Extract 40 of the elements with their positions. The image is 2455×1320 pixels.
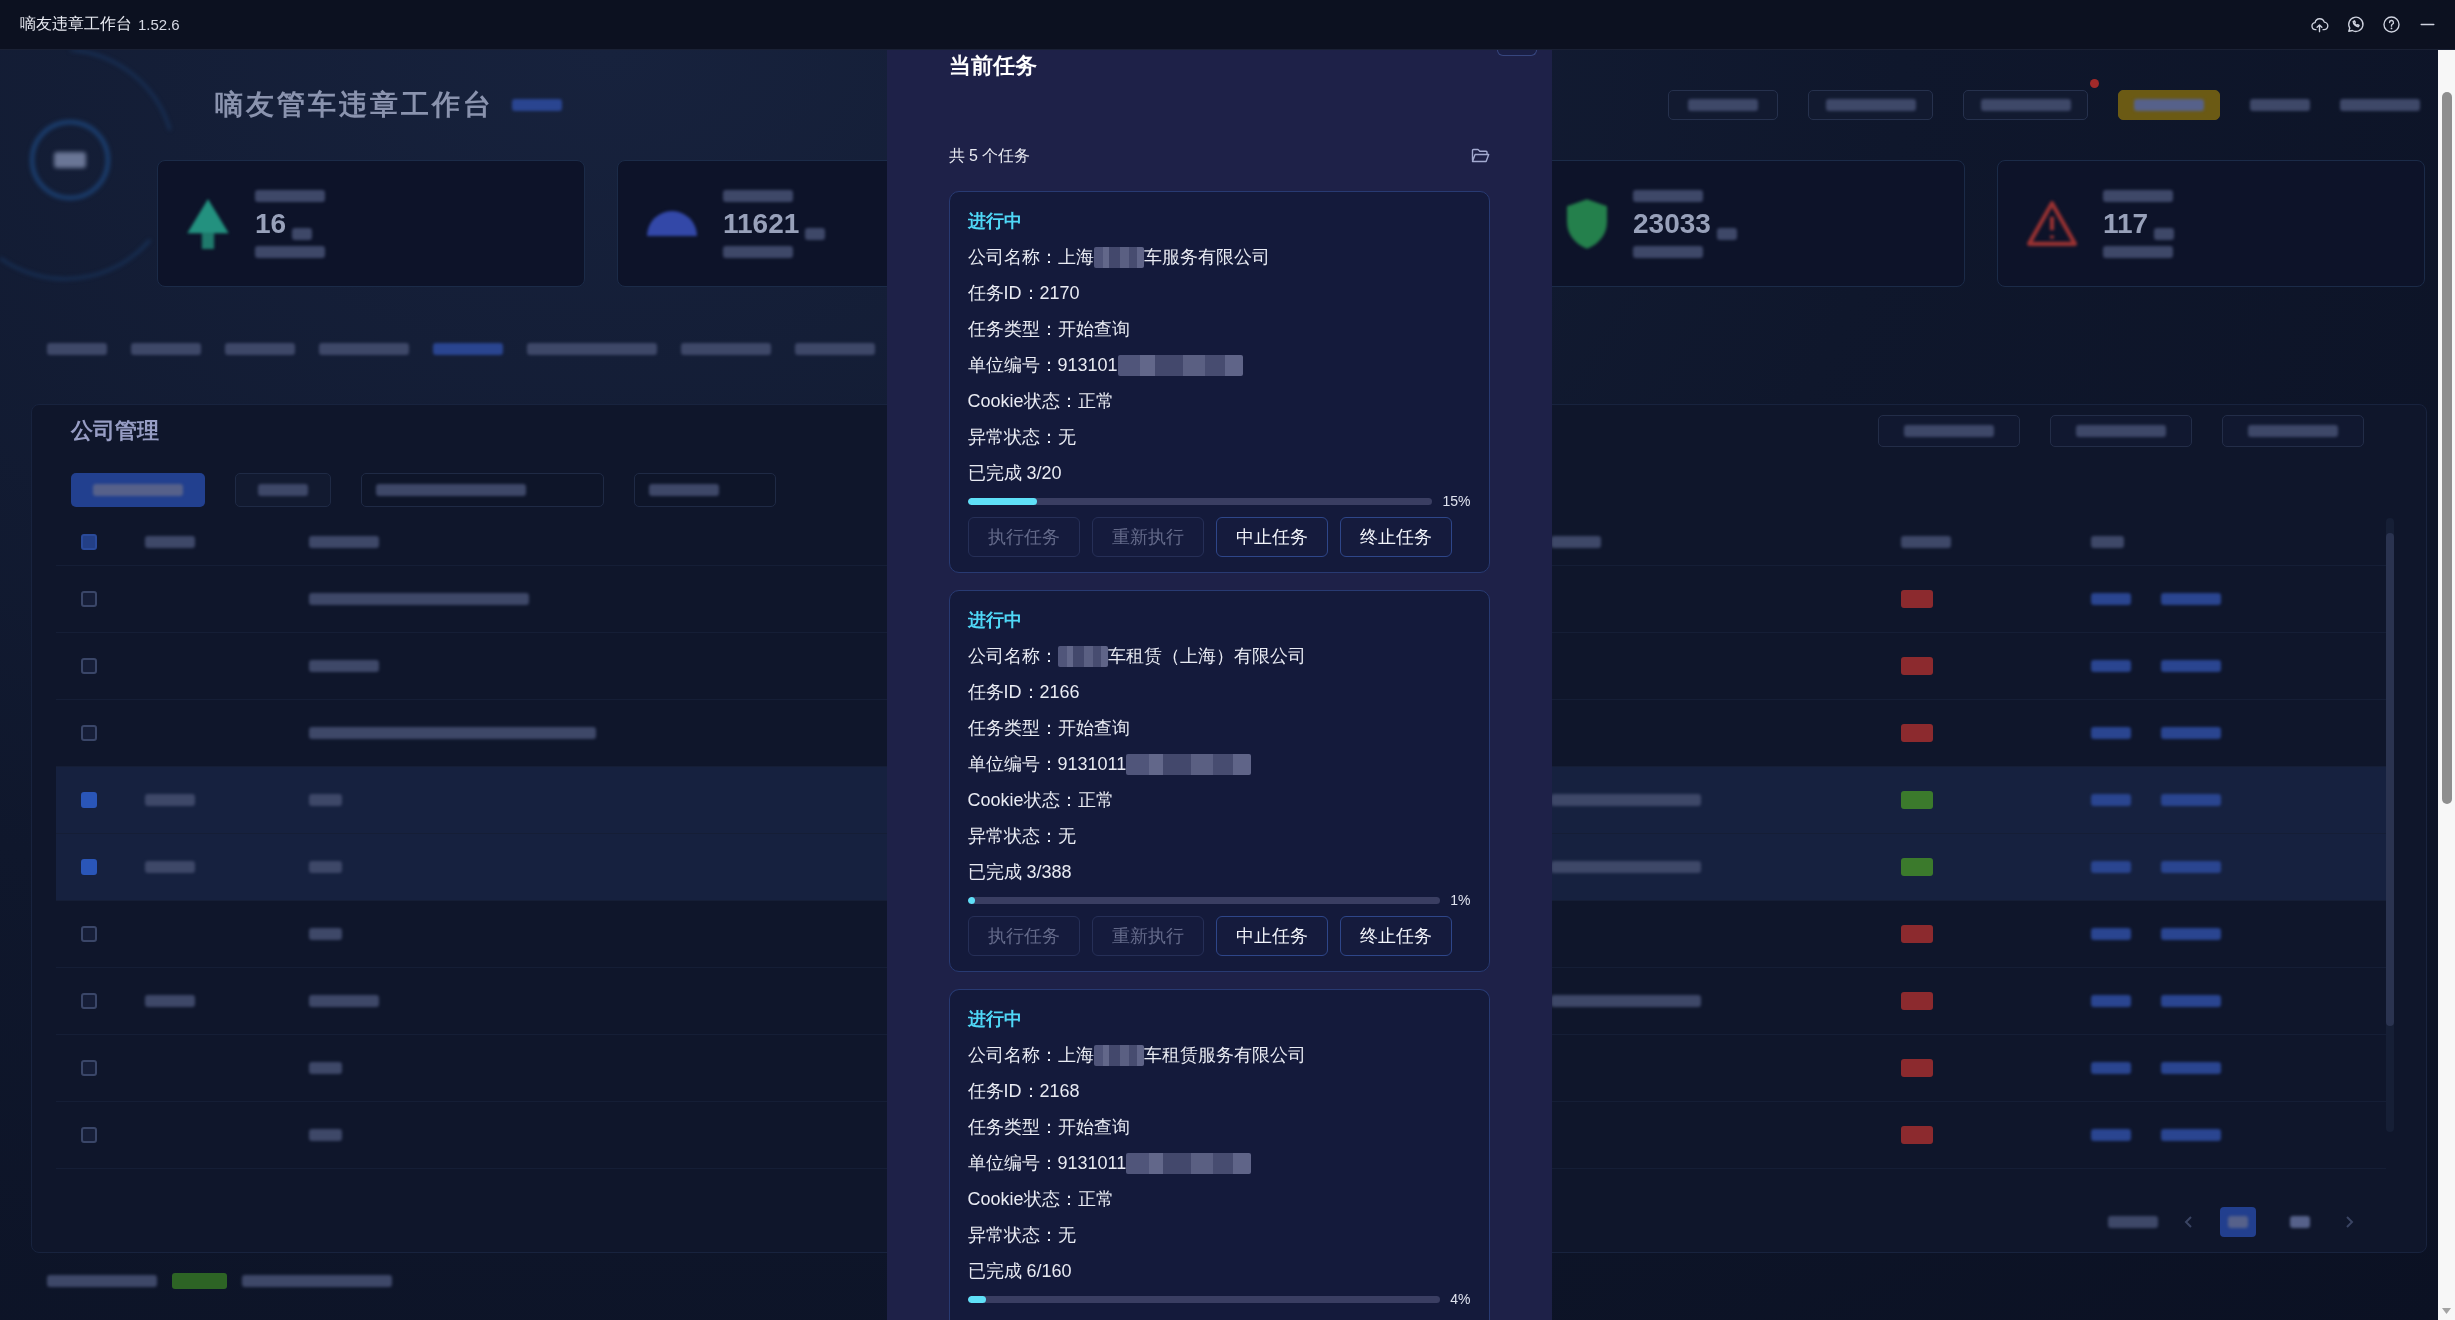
page-title: 嘀友管车违章工作台 bbox=[215, 88, 494, 122]
task-detail-text: 单位编号：9131011 bbox=[967, 753, 1127, 776]
task-detail-text: 单位编号：913101 bbox=[967, 354, 1118, 377]
stat-value: 16 bbox=[255, 207, 287, 240]
task-detail-text: 公司名称： bbox=[967, 645, 1058, 668]
progress-label: 已完成 3/388 bbox=[967, 861, 1072, 884]
task-detail-text: 车服务有限公司 bbox=[1143, 246, 1270, 269]
progress-label: 已完成 3/20 bbox=[967, 462, 1062, 485]
task-detail-text: 任务类型：开始查询 bbox=[967, 318, 1130, 341]
task-count: 共 5 个任务 bbox=[948, 145, 1031, 166]
section-title: 公司管理 bbox=[71, 417, 159, 445]
stat-value: 23033 bbox=[1633, 207, 1711, 240]
stat-value: 11621 bbox=[723, 207, 800, 240]
stat-value: 117 bbox=[2103, 207, 2149, 240]
task-detail-text: 异常状态：无 bbox=[967, 426, 1076, 449]
task-detail-text: 公司名称：上海 bbox=[967, 246, 1094, 269]
task-status: 进行中 bbox=[967, 609, 1022, 632]
task-detail-text: 任务类型：开始查询 bbox=[967, 1116, 1130, 1139]
task-detail-text: 任务ID：2170 bbox=[967, 282, 1080, 305]
task-detail-text: 单位编号：9131011 bbox=[967, 1152, 1127, 1175]
progress-percent: 15% bbox=[1442, 493, 1471, 509]
progress-percent: 4% bbox=[1450, 1291, 1471, 1307]
task-detail-text: 公司名称：上海 bbox=[967, 1044, 1094, 1067]
task-detail-text: 异常状态：无 bbox=[967, 1224, 1076, 1247]
progress-label: 已完成 6/160 bbox=[967, 1260, 1072, 1283]
task-detail-text: 任务ID：2166 bbox=[967, 681, 1080, 704]
task-status: 进行中 bbox=[967, 210, 1022, 233]
task-detail-text: Cookie状态：正常 bbox=[967, 1188, 1114, 1211]
dialog-title: 当前任务 bbox=[948, 52, 1038, 80]
task-detail-text: Cookie状态：正常 bbox=[967, 789, 1114, 812]
task-detail-text: 任务ID：2168 bbox=[967, 1080, 1080, 1103]
task-status: 进行中 bbox=[967, 1008, 1022, 1031]
task-detail-text: 异常状态：无 bbox=[967, 825, 1076, 848]
task-detail-text: 任务类型：开始查询 bbox=[967, 717, 1130, 740]
app-title: 嘀友违章工作台 bbox=[20, 14, 132, 34]
progress-percent: 1% bbox=[1450, 892, 1471, 908]
task-detail-text: 车租赁（上海）有限公司 bbox=[1107, 645, 1306, 668]
app-version: 1.52.6 bbox=[138, 16, 180, 33]
task-detail-text: 车租赁服务有限公司 bbox=[1143, 1044, 1306, 1067]
task-detail-text: Cookie状态：正常 bbox=[967, 390, 1114, 413]
